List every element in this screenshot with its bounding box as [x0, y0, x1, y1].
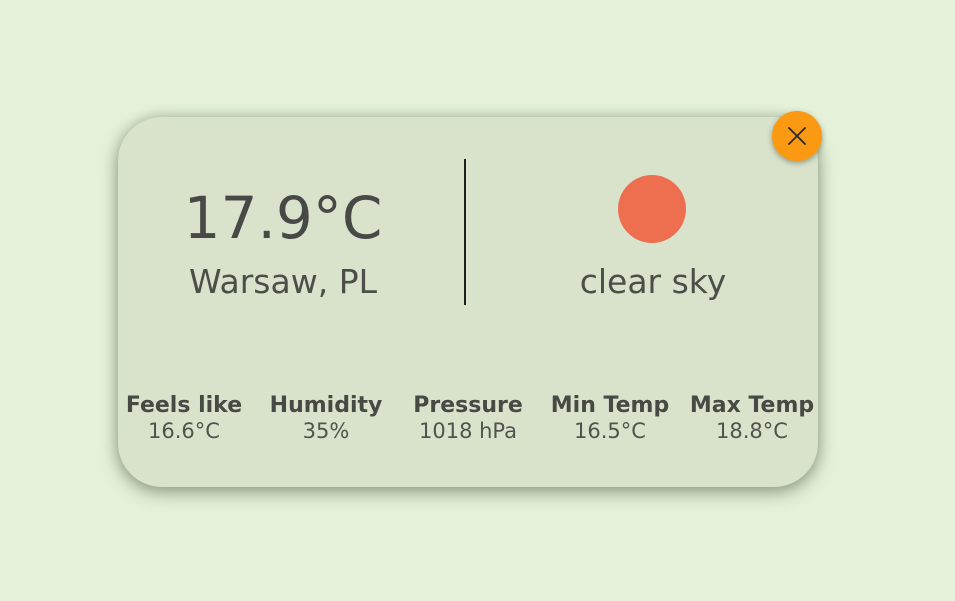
sun-icon: [618, 175, 686, 243]
stat-label: Pressure: [413, 393, 523, 418]
stat-pressure: Pressure 1018 hPa: [398, 393, 538, 443]
location-label: Warsaw, PL: [189, 262, 377, 301]
stat-min-temp: Min Temp 16.5°C: [540, 393, 680, 443]
stat-label: Min Temp: [550, 393, 670, 418]
stat-humidity: Humidity 35%: [256, 393, 396, 443]
stat-max-temp: Max Temp 18.8°C: [682, 393, 822, 443]
stat-value: 16.6°C: [148, 419, 220, 443]
page: 17.9°C Warsaw, PL clear sky Feels like 1…: [0, 0, 955, 601]
stat-value: 1018 hPa: [418, 419, 518, 443]
stat-value: 16.5°C: [574, 419, 646, 443]
close-icon: [788, 127, 806, 145]
current-temperature: 17.9°C: [183, 184, 383, 252]
stat-label: Max Temp: [689, 393, 815, 418]
stat-label: Humidity: [269, 393, 383, 418]
weather-description: clear sky: [579, 262, 727, 301]
stat-value: 35%: [302, 419, 350, 443]
weather-stats: Feels like 16.6°C Humidity 35% Pressure …: [118, 393, 818, 453]
stat-feels-like: Feels like 16.6°C: [114, 393, 254, 443]
stat-label: Feels like: [125, 393, 243, 418]
temperature-section: 17.9°C Warsaw, PL: [118, 117, 448, 317]
weather-card: 17.9°C Warsaw, PL clear sky Feels like 1…: [118, 117, 818, 487]
stat-value: 18.8°C: [716, 419, 788, 443]
close-button[interactable]: [772, 111, 822, 161]
section-divider: [464, 159, 466, 305]
